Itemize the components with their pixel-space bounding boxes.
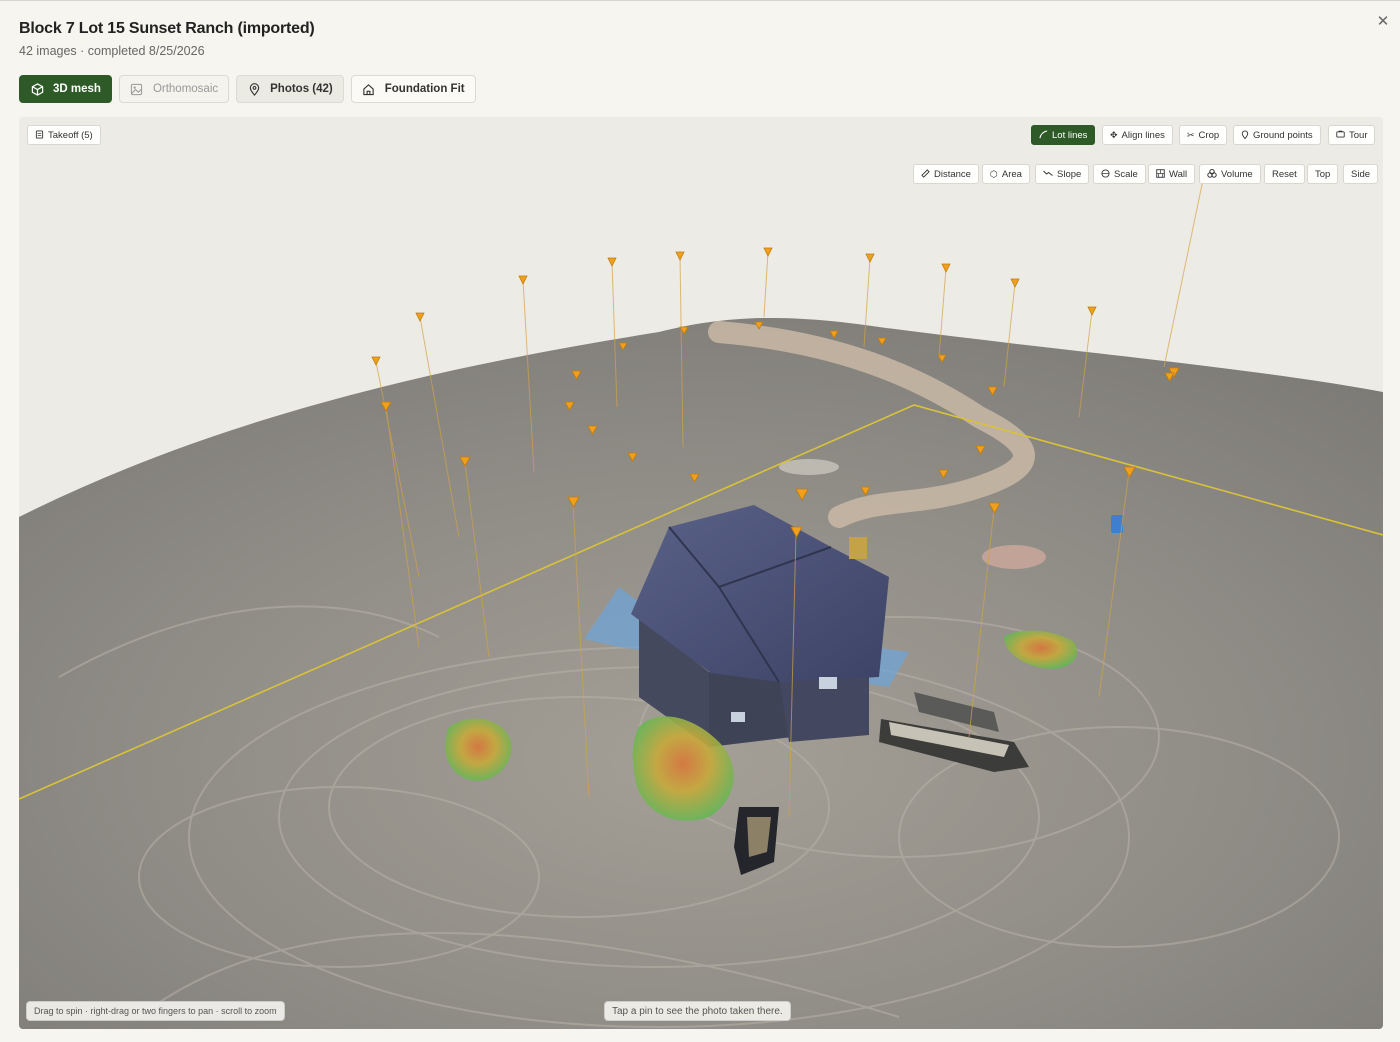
tab-label: Foundation Fit [384,83,465,95]
dialog-header: Block 7 Lot 15 Sunset Ranch (imported) 4… [19,20,315,58]
toolbar-label: Crop [1198,129,1220,141]
tab-3d-mesh[interactable]: 3D mesh [19,75,112,103]
tab-orthomosaic[interactable]: Orthomosaic [118,75,230,103]
camera-icon [1336,130,1345,140]
toolbar-label: Wall [1169,168,1188,180]
tab-label: 3D mesh [53,83,101,95]
side-view-button[interactable]: Side [1343,164,1379,184]
page-subtitle: 42 images · completed 8/25/2026 [19,44,205,58]
reset-view-button[interactable]: Reset [1264,164,1305,184]
crop-button[interactable]: ✂ Crop [1179,125,1228,145]
tab-photos[interactable]: Photos (42) [236,75,344,103]
controls-hint-text: Drag to spin · right-drag or two fingers… [34,1006,277,1016]
map-pin-icon [1241,130,1249,141]
controls-hint: Drag to spin · right-drag or two fingers… [26,1001,285,1021]
toolbar-label: Align lines [1121,129,1165,141]
toolbar-label: Ground points [1253,129,1313,141]
home-icon [362,82,376,96]
tab-label: Orthomosaic [152,83,219,95]
dirt-mound [779,459,839,475]
wall-tool-button[interactable]: Wall [1148,164,1196,184]
image-icon [130,82,144,96]
wall-icon [1156,168,1165,180]
scale-icon [1101,168,1110,180]
scale-tool-button[interactable]: Scale [1093,164,1146,184]
pencil-curve-icon [1039,129,1048,141]
toolbar-label: Side [1351,168,1371,180]
toolbar-label: Volume [1221,168,1253,180]
window-top-border [0,0,1400,1]
area-tool-button[interactable]: ⬡ Area [982,164,1030,184]
slope-tool-button[interactable]: Slope [1035,164,1090,184]
lot-lines-button[interactable]: Lot lines [1031,125,1096,145]
takeoff-label: Takeoff (5) [48,129,93,141]
toolbar-label: Reset [1272,168,1297,180]
move-icon: ✥ [1110,129,1118,140]
clipboard-icon [35,129,44,141]
map-pin-icon [247,82,261,96]
align-lines-button[interactable]: ✥ Align lines [1102,125,1173,145]
pins-hint: Tap a pin to see the photo taken there. [604,1001,791,1021]
toolbar-label: Slope [1057,168,1082,180]
slope-icon [1043,169,1053,179]
toolbar-label: Area [1001,168,1022,180]
mesh-scene[interactable] [19,117,1383,1029]
mesh-viewer[interactable]: Takeoff (5) Lot lines ✥ Align lines ✂ Cr… [19,117,1383,1029]
close-icon: ✕ [1376,13,1390,30]
volume-tool-button[interactable]: Volume [1199,164,1261,184]
view-tabs: 3D mesh Orthomosaic Photos (42) Foundati… [19,75,476,103]
toolbar-label: Lot lines [1052,129,1088,141]
close-button[interactable]: ✕ [1373,12,1393,32]
ground-points-button[interactable]: Ground points [1233,125,1321,145]
ruler-icon [921,168,930,180]
scissors-icon: ✂ [1187,129,1195,140]
hexagon-icon: ⬡ [990,168,998,179]
pins-hint-text: Tap a pin to see the photo taken there. [612,1005,783,1017]
volume-icon [1207,168,1217,180]
distance-tool-button[interactable]: Distance [913,164,979,184]
tab-foundation-fit[interactable]: Foundation Fit [350,75,476,103]
tour-button[interactable]: Tour [1328,125,1376,145]
toolbar-label: Scale [1114,168,1138,180]
toolbar-label: Distance [934,168,971,180]
sand-pile [982,545,1046,569]
toolbar-label: Tour [1349,129,1368,141]
takeoff-button[interactable]: Takeoff (5) [27,125,101,145]
tab-label: Photos (42) [270,83,333,95]
toolbar-label: Top [1315,168,1331,180]
page-title: Block 7 Lot 15 Sunset Ranch (imported) [19,20,315,37]
top-view-button[interactable]: Top [1307,164,1339,184]
cube-icon [30,82,44,96]
